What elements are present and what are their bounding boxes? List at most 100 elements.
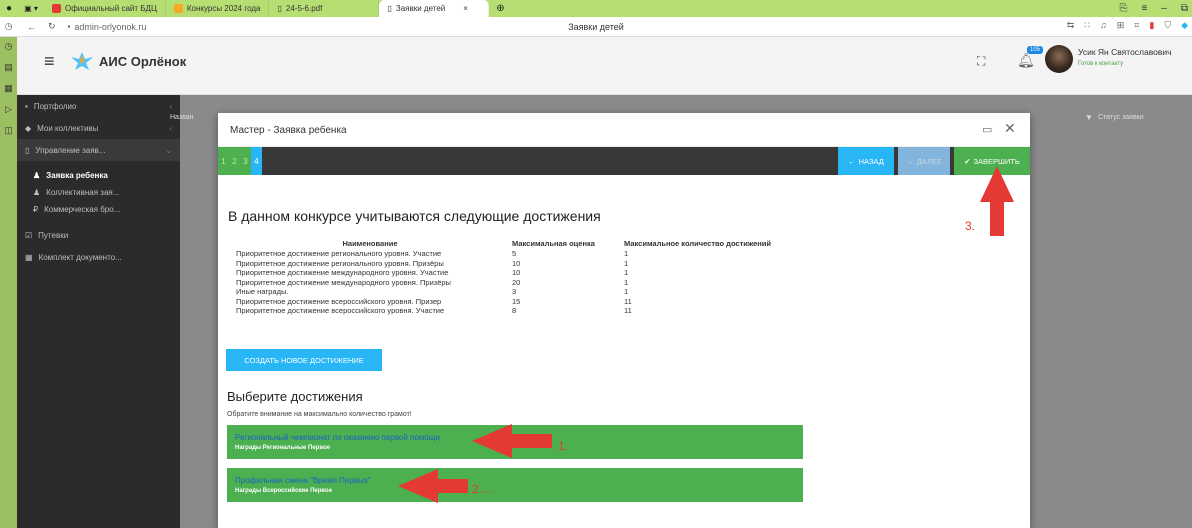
minimize-icon[interactable]: –	[1161, 3, 1167, 14]
finish-button[interactable]: ✔ ЗАВЕРШИТЬ	[954, 147, 1030, 175]
table-row: Приоритетное достижение регионального ур…	[236, 259, 779, 269]
sidebar-item-applications[interactable]: ▯ Управление заяв... ⌄	[17, 139, 180, 161]
history-icon[interactable]: ◷	[0, 21, 17, 32]
fullscreen-icon[interactable]: ⛶	[977, 54, 985, 69]
arrow-right-icon: →	[906, 156, 914, 166]
back-button[interactable]: ← НАЗАД	[838, 147, 894, 175]
sidebar-item-child-application[interactable]: ♟ Заявка ребенка	[17, 167, 180, 184]
screenshot-icon[interactable]: ⌗	[1134, 20, 1139, 31]
sidebar-item-collective-application[interactable]: ♟ Коллективная зая...	[17, 184, 180, 201]
add-button[interactable]: +	[174, 78, 182, 94]
table-cell: 15	[512, 296, 521, 306]
lock-icon: ▪	[67, 22, 71, 31]
close-tab-icon[interactable]: ×	[463, 4, 468, 13]
tab-children-applications[interactable]: ▯ Заявки детей ×	[379, 0, 490, 17]
tab-label: Официальный сайт БДЦ	[65, 4, 157, 13]
person-icon: ♟	[33, 171, 41, 180]
tab-pdf[interactable]: ▯ 24-5-6.pdf	[269, 0, 380, 17]
sidebar-item-label: Коллективная зая...	[46, 188, 120, 197]
collections-icon[interactable]: ⎘	[1119, 3, 1127, 14]
achievements-table: Наименование Максимальная оценка Максима…	[236, 239, 779, 316]
table-row: Приоритетное достижение международного у…	[236, 268, 779, 278]
browser-menu-icon[interactable]: ●	[0, 2, 18, 16]
achievement-item[interactable]: Профильная смена "Время Первых" Награды …	[227, 468, 803, 502]
bell-icon[interactable]: 🔔︎	[1017, 52, 1035, 69]
app-title: АИС Орлёнок	[99, 54, 187, 69]
chevron-icon: ‹	[169, 101, 172, 111]
reload-icon[interactable]: ↻	[48, 21, 56, 32]
table-cell: 1	[624, 287, 629, 296]
headphones-icon[interactable]: ♫	[1100, 20, 1107, 31]
table-cell: 20	[512, 277, 521, 287]
arrow-left-icon: ←	[848, 156, 856, 166]
wizard-step-2[interactable]: 2	[229, 147, 240, 175]
sidebar-item-portfolio[interactable]: ▪ Портфолио ‹	[17, 95, 180, 117]
table-cell: 1	[624, 277, 629, 287]
annotation-label-2: 2....	[472, 482, 493, 496]
finish-button-label: ЗАВЕРШИТЬ	[973, 156, 1020, 166]
maximize-icon[interactable]: ▭	[982, 123, 992, 136]
message-icon[interactable]: ◫	[4, 125, 13, 136]
shield-icon[interactable]: ⛉	[1164, 20, 1171, 31]
tab-label: Заявки детей	[395, 4, 446, 13]
checkbox-icon: ☑	[25, 230, 33, 240]
tab-list-button[interactable]: ▣ ▾	[18, 2, 44, 16]
play-icon[interactable]: ▷	[5, 104, 12, 115]
achievement-title[interactable]: Региональный чемпионат по оказанию перво…	[235, 433, 440, 442]
chevron-down-icon: ⌄	[165, 145, 172, 155]
achievement-title[interactable]: Профильная смена "Время Первых"	[235, 476, 371, 485]
back-icon[interactable]: ←	[27, 22, 36, 32]
calendar-icon[interactable]: ▦	[4, 83, 13, 94]
notes-icon[interactable]: ▤	[4, 62, 13, 73]
annotation-label-3: 3.	[965, 219, 976, 233]
bdc-favicon-icon	[52, 4, 61, 13]
wizard-step-4[interactable]: 4	[251, 147, 262, 175]
bookmark-icon[interactable]: ▮	[1149, 20, 1154, 31]
choose-achievements-note: Обратите внимание на максимально количес…	[227, 411, 412, 418]
column-header-status: Статус заявки	[1098, 114, 1144, 121]
tab-contests[interactable]: Конкурсы 2024 года	[166, 0, 270, 17]
wizard-step-3[interactable]: 3	[240, 147, 251, 175]
table-header-row: Наименование Максимальная оценка Максима…	[236, 239, 779, 249]
sidebar-item-documents[interactable]: ▦ Комплект документо...	[17, 246, 180, 268]
table-cell: 3	[512, 287, 517, 296]
table-row: Приоритетное достижение международного у…	[236, 278, 779, 288]
reader-icon[interactable]: ∷	[1084, 20, 1090, 31]
extension-icon[interactable]: ◆	[1181, 20, 1188, 31]
user-name[interactable]: Усик Ян Святославович	[1078, 47, 1172, 57]
document-icon: ▯	[277, 4, 282, 13]
table-cell: 1	[624, 268, 629, 277]
table-cell: Приоритетное достижение международного у…	[236, 277, 451, 287]
tab-label: 24-5-6.pdf	[285, 4, 323, 13]
restore-icon[interactable]: ⧉	[1181, 3, 1188, 14]
sidebar-item-label: Путевки	[38, 230, 69, 240]
modal-title: Мастер - Заявка ребенка	[230, 125, 347, 136]
back-button-label: НАЗАД	[858, 156, 884, 166]
avatar[interactable]	[1045, 45, 1073, 73]
next-button[interactable]: → ДАЛЕЕ	[898, 147, 950, 175]
sidebar-item-commercial-booking[interactable]: ₽ Коммерческая бро...	[17, 201, 180, 218]
grid-icon[interactable]: ⊞	[1117, 20, 1125, 31]
filter-icon[interactable]: ▼	[1085, 113, 1093, 122]
wizard-step-1[interactable]: 1	[218, 147, 229, 175]
new-tab-button[interactable]: ⊕	[489, 2, 511, 16]
people-icon: ♟	[33, 188, 41, 197]
url-field[interactable]: admin-orlyonok.ru	[74, 22, 146, 32]
tab-bdc[interactable]: Официальный сайт БДЦ	[44, 0, 166, 17]
sidebar-item-label: Управление заяв...	[35, 145, 106, 155]
modal-header: Мастер - Заявка ребенка ▭ ✕	[218, 113, 1030, 147]
achievement-item[interactable]: Региональный чемпионат по оказанию перво…	[227, 425, 803, 459]
next-button-label: ДАЛЕЕ	[916, 156, 942, 166]
clock-icon[interactable]: ◷	[5, 41, 13, 52]
browser-side-panel: ◷ ▤ ▦ ▷ ◫	[0, 37, 17, 528]
menu-icon[interactable]: ≡	[1141, 3, 1147, 14]
hamburger-menu-icon[interactable]: ≡	[44, 51, 55, 72]
close-icon[interactable]: ✕	[1004, 120, 1016, 137]
sidebar: ▪ Портфолио ‹ ◆ Мои коллективы ‹ ▯ Управ…	[17, 95, 180, 528]
orlyonok-logo-icon	[71, 52, 93, 70]
sidebar-item-vouchers[interactable]: ☑ Путевки	[17, 224, 180, 246]
table-cell: Приоритетное достижение регионального ур…	[236, 249, 442, 258]
create-achievement-button[interactable]: СОЗДАТЬ НОВОЕ ДОСТИЖЕНИЕ	[226, 349, 382, 371]
sidebar-item-my-groups[interactable]: ◆ Мои коллективы ‹	[17, 117, 180, 139]
translate-icon[interactable]: ⇆	[1067, 20, 1075, 31]
